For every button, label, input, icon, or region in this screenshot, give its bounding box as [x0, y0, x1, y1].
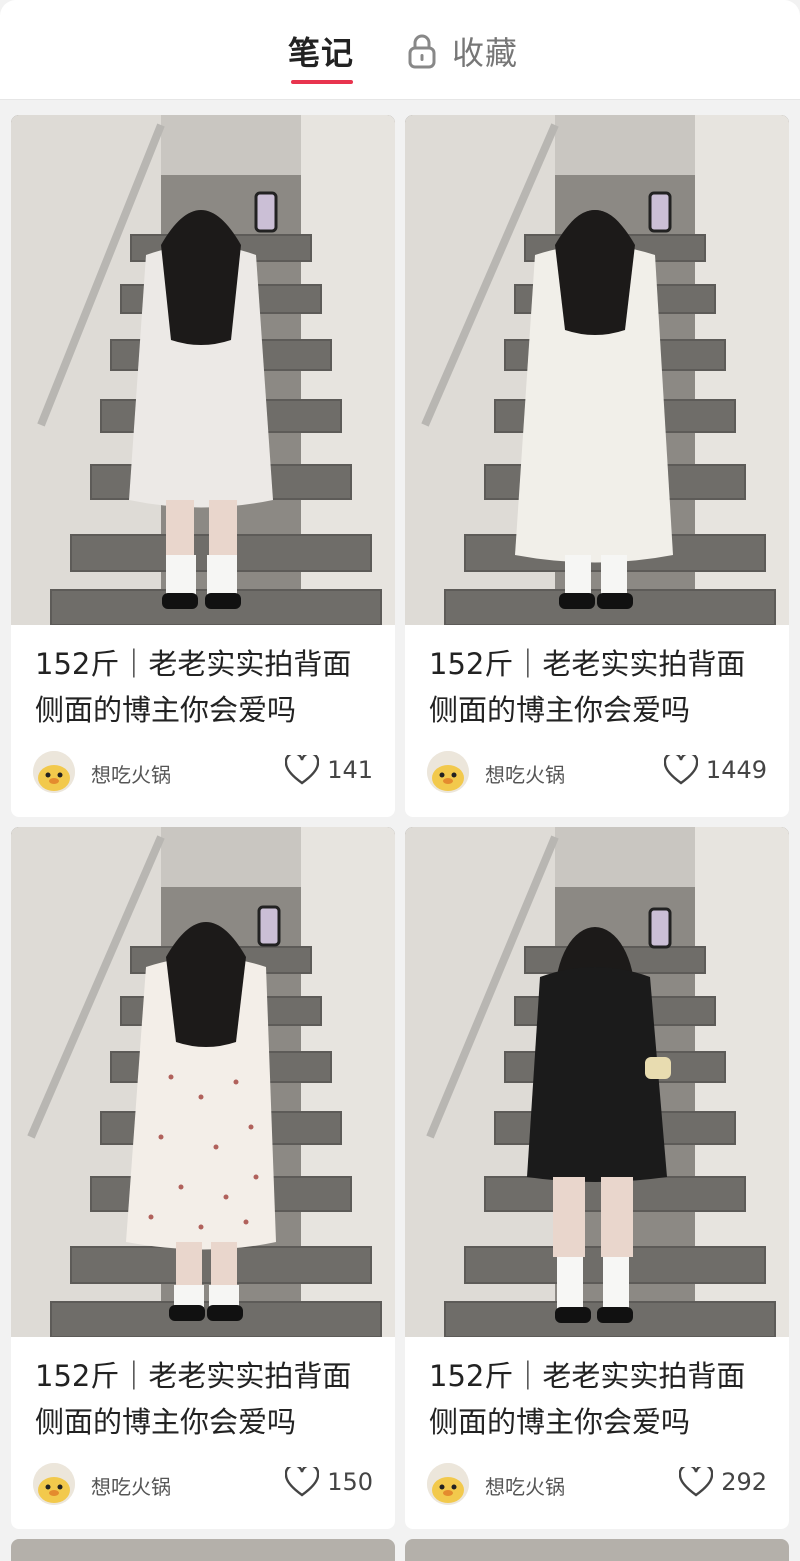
note-card-partial[interactable] [11, 1539, 395, 1561]
like-count: 141 [327, 756, 373, 784]
author-name[interactable]: 想吃火锅 [485, 759, 565, 788]
avatar[interactable] [427, 1463, 469, 1505]
author-name[interactable]: 想吃火锅 [91, 1471, 171, 1500]
heart-icon [285, 755, 320, 785]
note-card[interactable]: 152斤｜老老实实拍背面侧面的博主你会爱吗 想吃火锅 1449 [405, 115, 789, 817]
tab-favorites-label: 收藏 [452, 34, 519, 72]
note-meta: 想吃火锅 141 [33, 751, 373, 793]
note-meta: 想吃火锅 1449 [427, 751, 767, 793]
lock-icon [406, 33, 438, 69]
note-photo[interactable] [11, 827, 395, 1337]
avatar[interactable] [427, 751, 469, 793]
heart-icon [285, 1467, 320, 1497]
active-tab-indicator [291, 80, 353, 84]
note-photo[interactable] [11, 115, 395, 625]
heart-icon [663, 755, 698, 785]
note-photo[interactable] [405, 827, 789, 1337]
avatar[interactable] [33, 1463, 75, 1505]
like-count: 292 [721, 1468, 767, 1496]
note-card[interactable]: 152斤｜老老实实拍背面侧面的博主你会爱吗 想吃火锅 150 [11, 827, 395, 1529]
like-button[interactable]: 292 [679, 1467, 767, 1497]
note-meta: 想吃火锅 150 [33, 1463, 373, 1505]
note-meta: 想吃火锅 292 [427, 1463, 767, 1505]
like-count: 1449 [705, 756, 767, 784]
note-photo[interactable] [405, 115, 789, 625]
note-card[interactable]: 152斤｜老老实实拍背面侧面的博主你会爱吗 想吃火锅 292 [405, 827, 789, 1529]
note-card-partial[interactable] [405, 1539, 789, 1561]
like-count: 150 [327, 1468, 373, 1496]
note-title[interactable]: 152斤｜老老实实拍背面侧面的博主你会爱吗 [429, 641, 769, 733]
author-name[interactable]: 想吃火锅 [485, 1471, 565, 1500]
heart-icon [679, 1467, 714, 1497]
author-name[interactable]: 想吃火锅 [91, 759, 171, 788]
tab-favorites[interactable]: 收藏 [406, 26, 518, 76]
note-card[interactable]: 152斤｜老老实实拍背面侧面的博主你会爱吗 想吃火锅 141 [11, 115, 395, 817]
like-button[interactable]: 1449 [663, 755, 767, 785]
note-title[interactable]: 152斤｜老老实实拍背面侧面的博主你会爱吗 [35, 1353, 375, 1445]
note-title[interactable]: 152斤｜老老实实拍背面侧面的博主你会爱吗 [35, 641, 375, 733]
note-title[interactable]: 152斤｜老老实实拍背面侧面的博主你会爱吗 [429, 1353, 769, 1445]
like-button[interactable]: 141 [285, 755, 373, 785]
tab-notes-label: 笔记 [288, 34, 355, 72]
like-button[interactable]: 150 [285, 1467, 373, 1497]
tab-notes[interactable]: 笔记 [288, 26, 354, 76]
tab-bar: 笔记 收藏 [0, 0, 800, 100]
app: 笔记 收藏 152斤｜老老实实拍背面侧面的博主你会爱吗 想吃火锅 141 152… [0, 0, 800, 1561]
avatar[interactable] [33, 751, 75, 793]
